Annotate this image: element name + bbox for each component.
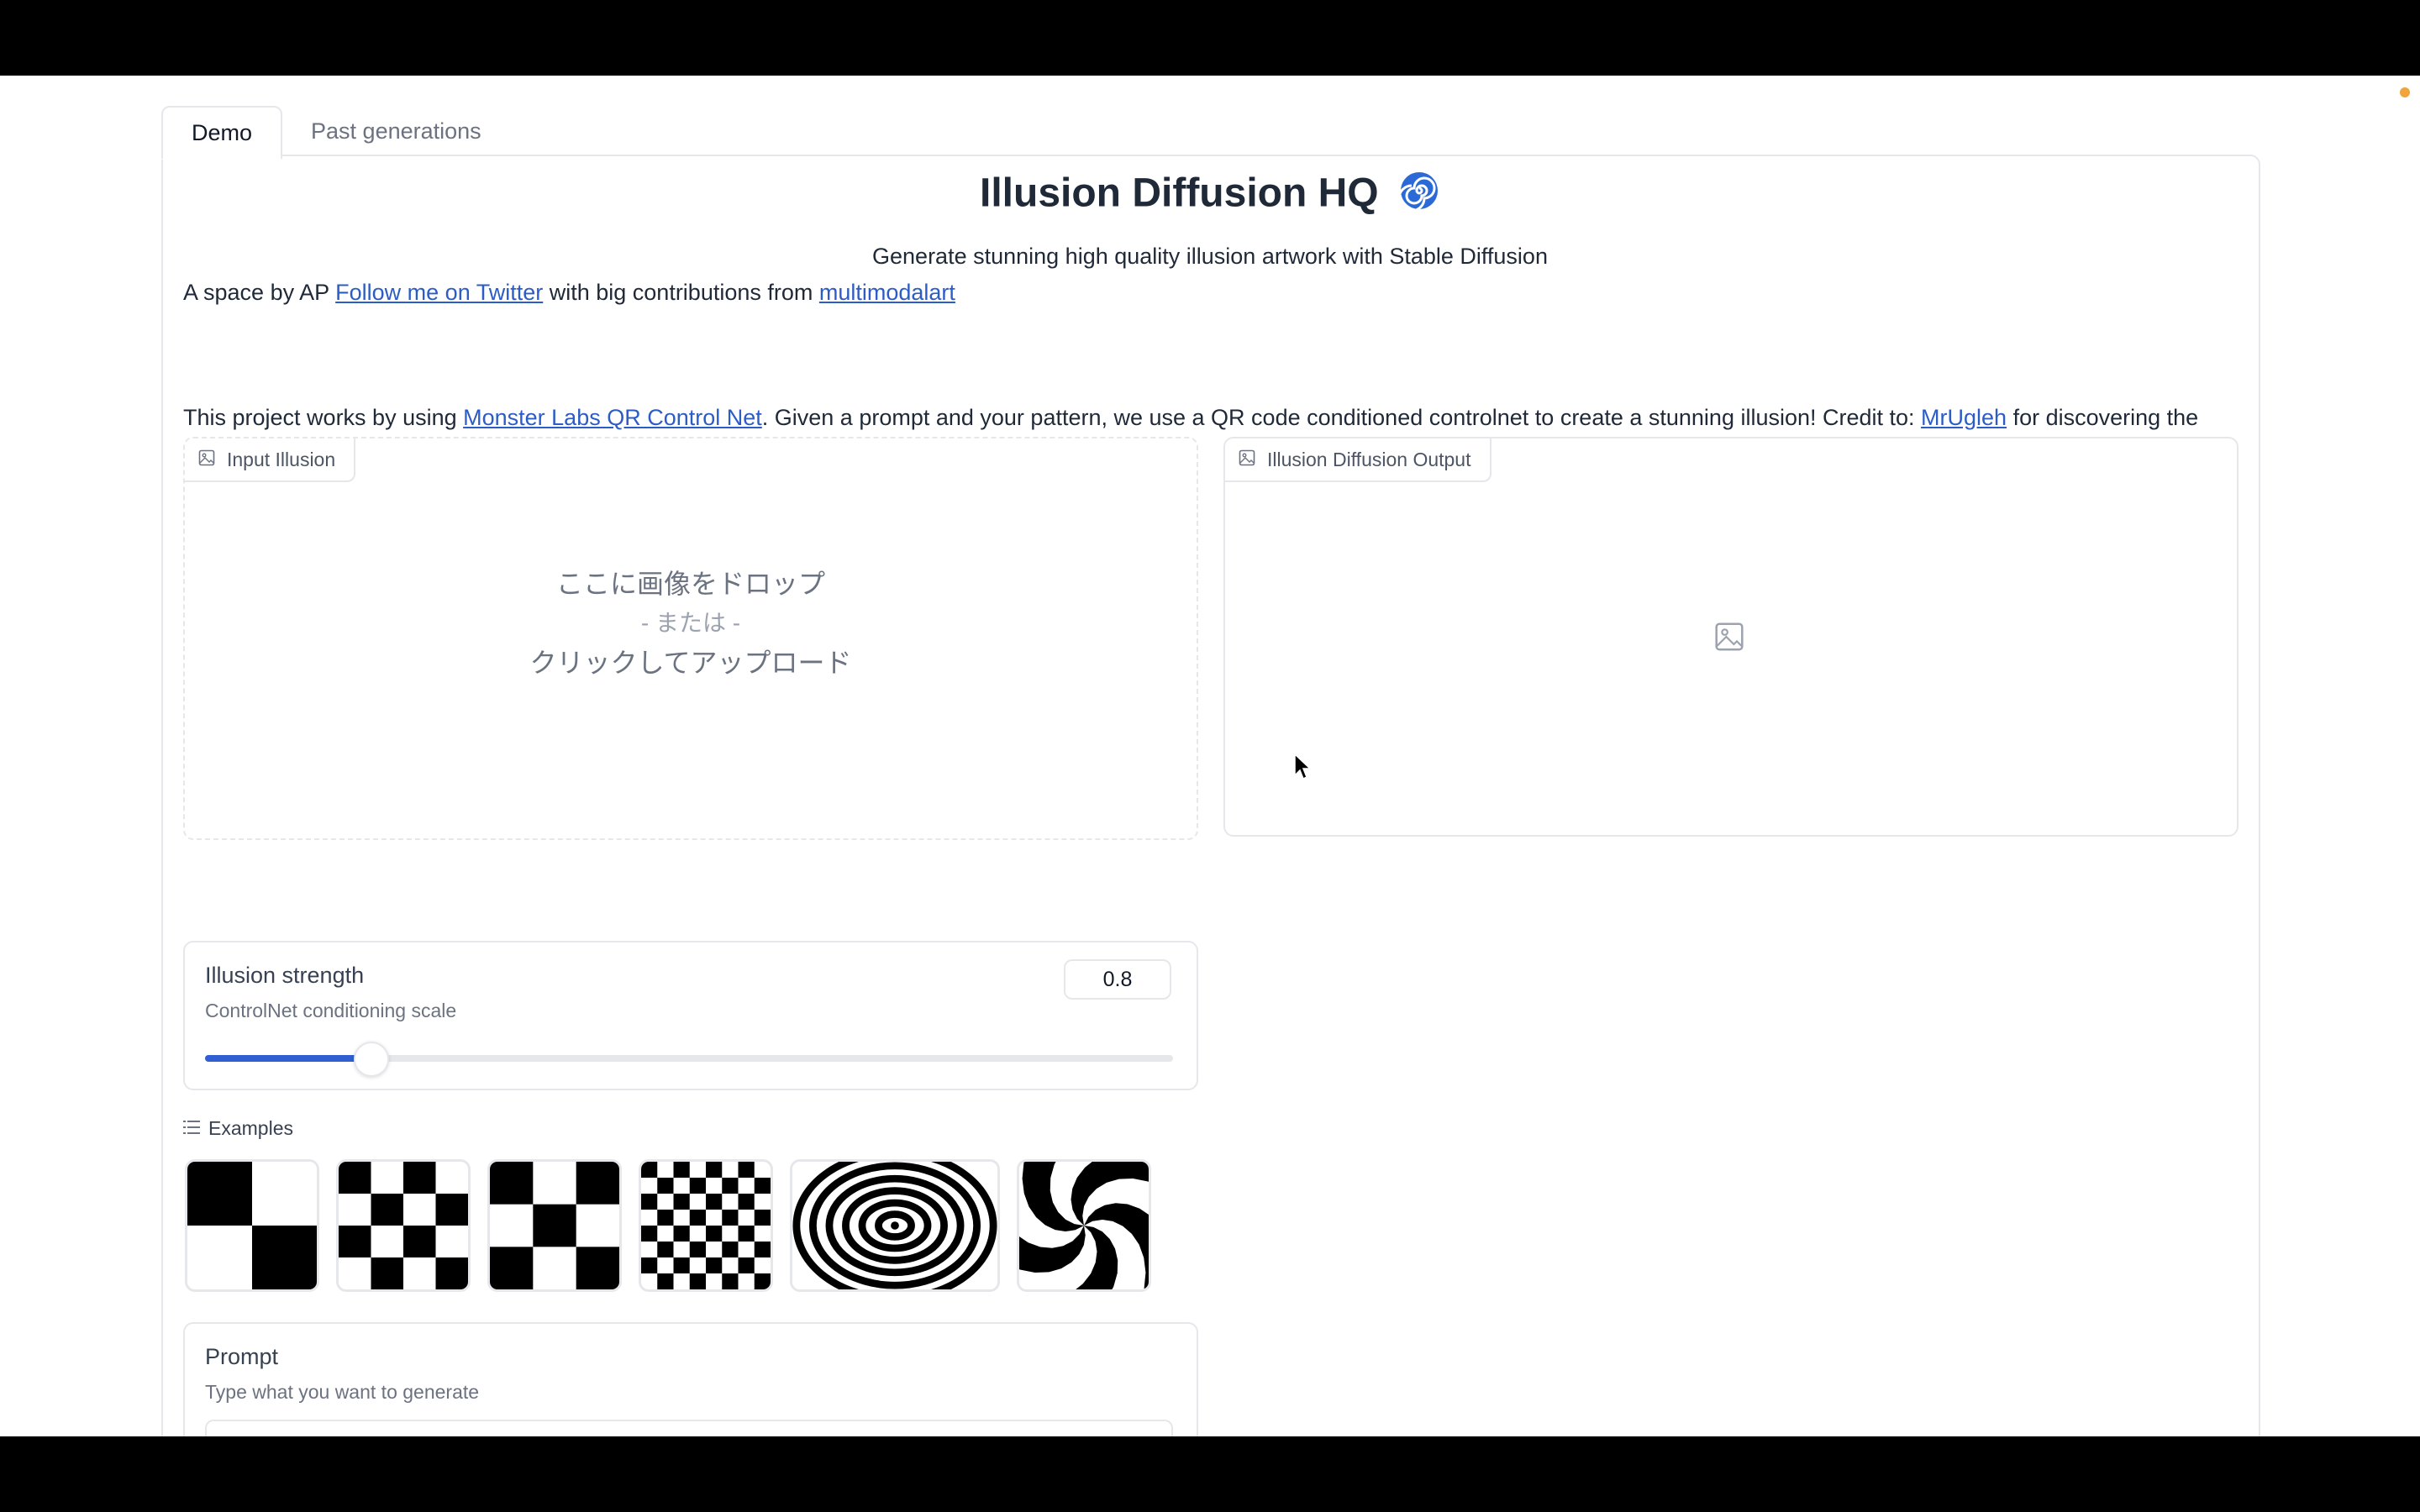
- tab-past-generations[interactable]: Past generations: [282, 106, 510, 156]
- illusion-strength-block: Illusion strength ControlNet conditionin…: [183, 941, 1198, 1090]
- strength-number-input[interactable]: 0.8: [1064, 959, 1171, 1000]
- example-checker-4x4[interactable]: [336, 1159, 471, 1292]
- tab-demo[interactable]: Demo: [161, 106, 283, 160]
- desc-prefix: This project works by using: [183, 405, 464, 430]
- example-spiral[interactable]: [790, 1159, 1000, 1292]
- slider-thumb[interactable]: [353, 1042, 389, 1077]
- slider-label: Illusion strength: [205, 963, 365, 988]
- examples-header: Examples: [183, 1117, 293, 1140]
- tab-bar: Demo Past generations: [161, 106, 510, 160]
- input-illusion-dropzone[interactable]: Input Illusion ここに画像をドロップ - または - クリックして…: [183, 437, 1198, 840]
- examples-label-text: Examples: [208, 1117, 293, 1139]
- output-label: Illusion Diffusion Output: [1225, 438, 1491, 482]
- prompt-info: Type what you want to generate: [205, 1381, 480, 1403]
- page-title: Illusion Diffusion HQ: [0, 170, 2420, 222]
- prompt-input[interactable]: [205, 1420, 1173, 1436]
- page-subtitle: Generate stunning high quality illusion …: [872, 244, 1548, 269]
- prompt-label: Prompt: [205, 1344, 279, 1369]
- spiral-icon: [1397, 170, 1440, 222]
- mouse-cursor: [1294, 753, 1313, 785]
- drop-line-1: ここに画像をドロップ: [555, 569, 825, 599]
- drop-line-3: クリックしてアップロード: [529, 648, 852, 678]
- credit-middle: with big contributions from: [543, 280, 819, 305]
- image-icon: [1239, 449, 1255, 471]
- desc-middle: . Given a prompt and your pattern, we us…: [761, 405, 1922, 430]
- example-swirl[interactable]: [1017, 1159, 1151, 1292]
- strength-slider[interactable]: [205, 1042, 1173, 1077]
- output-image-panel: Illusion Diffusion Output: [1223, 437, 2238, 837]
- image-placeholder-icon: [1714, 622, 1744, 656]
- app-page: Demo Past generations Illusion Diffusion…: [0, 76, 2420, 1436]
- mrugleh-link[interactable]: MrUgleh: [1921, 405, 2007, 430]
- monster-labs-link[interactable]: Monster Labs QR Control Net: [463, 405, 762, 430]
- input-illusion-label: Input Illusion: [185, 438, 356, 482]
- drop-line-2: - または -: [640, 610, 741, 636]
- credit-prefix: A space by AP: [183, 280, 336, 305]
- output-label-text: Illusion Diffusion Output: [1267, 448, 1471, 470]
- list-icon: [183, 1117, 200, 1140]
- example-checker-8x8[interactable]: [639, 1159, 773, 1292]
- example-checker-3x3[interactable]: [487, 1159, 622, 1292]
- example-checker-2x2[interactable]: [185, 1159, 319, 1292]
- input-illusion-label-text: Input Illusion: [227, 448, 336, 470]
- recording-indicator: [2400, 87, 2410, 97]
- prompt-block: Prompt Type what you want to generate: [183, 1322, 1198, 1436]
- image-icon: [198, 449, 215, 471]
- slider-info: ControlNet conditioning scale: [205, 1000, 457, 1021]
- page-title-text: Illusion Diffusion HQ: [980, 171, 1379, 216]
- twitter-link[interactable]: Follow me on Twitter: [335, 280, 543, 305]
- multimodalart-link[interactable]: multimodalart: [819, 280, 955, 305]
- slider-fill: [205, 1055, 370, 1062]
- credit-line: A space by AP Follow me on Twitter with …: [183, 280, 955, 306]
